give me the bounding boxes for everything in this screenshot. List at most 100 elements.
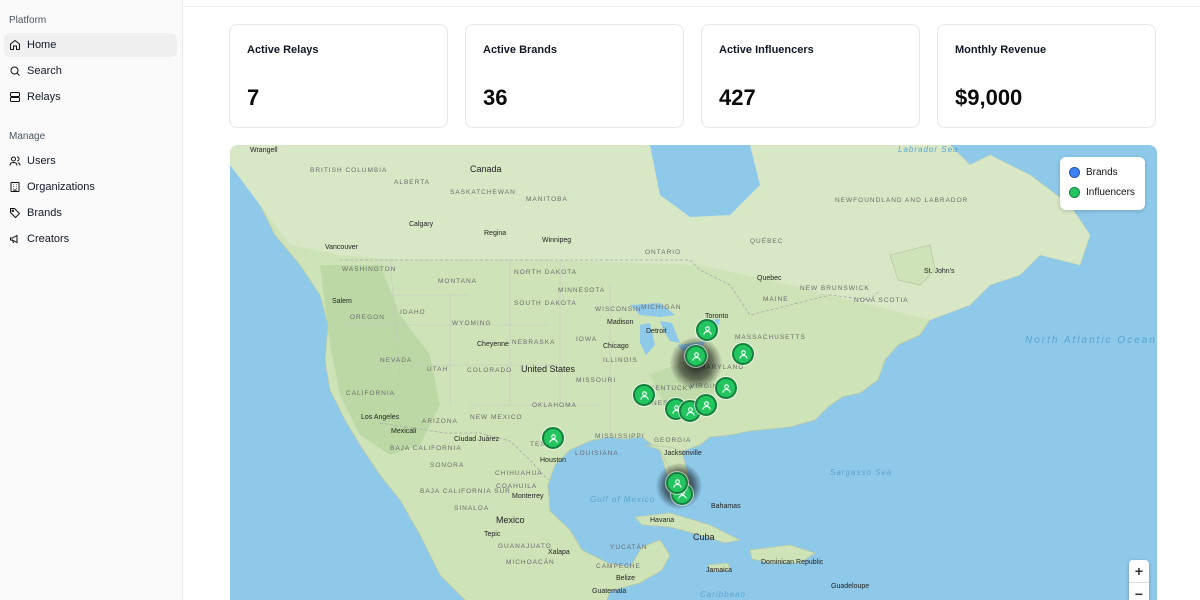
map-label-region: IDAHO (400, 309, 426, 316)
nav-item-users[interactable]: Users (4, 149, 177, 173)
tag-icon (9, 207, 21, 219)
map-label-city: Quebec (757, 275, 782, 282)
stat-value: 36 (483, 85, 508, 110)
person-icon (702, 325, 712, 335)
map-label-region: WASHINGTON (342, 266, 397, 273)
map-label-city: Chicago (603, 343, 629, 350)
map-label-city: Guadeloupe (831, 583, 870, 590)
map-label-city: St. John's (924, 268, 955, 275)
map-label-city: Bahamas (711, 503, 741, 510)
map-label-city: Havana (650, 517, 675, 524)
app: Platform Home Search Relays Manage Users (0, 0, 1200, 600)
map-label-city: Guatemala (592, 588, 627, 595)
map-label-city: Regina (484, 230, 507, 237)
map-legend: Brands Influencers (1060, 157, 1145, 210)
zoom-out-button[interactable]: − (1129, 582, 1149, 600)
person-icon (672, 478, 682, 488)
nav-item-creators[interactable]: Creators (4, 227, 177, 251)
nav-item-home[interactable]: Home (4, 33, 177, 57)
nav-item-brands[interactable]: Brands (4, 201, 177, 225)
map-label-country: Mexico (496, 515, 525, 525)
map-label-region: BAJA CALIFORNIA SUR (420, 488, 510, 495)
stat-label: Active Influencers (719, 44, 814, 56)
influencer-marker[interactable] (633, 384, 655, 406)
map-label-country: United States (521, 364, 576, 374)
nav-label-brands: Brands (27, 207, 62, 219)
zoom-in-button[interactable]: + (1129, 560, 1149, 582)
legend-item-influencers: Influencers (1069, 187, 1135, 198)
building-icon (9, 181, 21, 193)
map-label-region: GEORGIA (654, 437, 692, 444)
map-label-region: BRITISH COLUMBIA (310, 167, 388, 174)
home-icon (9, 39, 21, 51)
map-label-region: NOVA SCOTIA (854, 297, 909, 304)
map-label-city: Los Angeles (361, 414, 400, 421)
map-label-region: SASKATCHEWAN (450, 189, 516, 196)
nav-label-organizations: Organizations (27, 181, 95, 193)
legend-swatch (1069, 187, 1080, 198)
map-label-city: Mexicali (391, 428, 417, 435)
influencer-marker[interactable] (695, 394, 717, 416)
map-label-region: COAHUILA (496, 483, 538, 490)
map-label-city: Wrangell (250, 147, 278, 154)
map-view[interactable]: Wrangell Canada BRITISH COLUMBIA ALBERTA… (230, 145, 1157, 600)
map-label-city: Jacksonville (664, 450, 702, 457)
map-label-sea: Labrador Sea (898, 145, 959, 154)
map-label-sea: Caribbean (700, 590, 746, 599)
nav-item-relays[interactable]: Relays (4, 85, 177, 109)
map-label-region: YUCATÁN (610, 544, 648, 551)
manage-section-title: Manage (9, 131, 46, 142)
nav-item-search[interactable]: Search (4, 59, 177, 83)
map-label-region: SOUTH DAKOTA (514, 300, 577, 307)
influencer-marker[interactable] (715, 377, 737, 399)
map-label-region: NEVADA (380, 357, 413, 364)
users-icon (9, 155, 21, 167)
person-icon (685, 406, 695, 416)
nav-label-home: Home (27, 39, 57, 51)
map-label-region: OREGON (350, 314, 385, 321)
map-label-sea: Sargasso Sea (830, 468, 893, 477)
map-label-region: NEW MEXICO (470, 414, 523, 421)
map-label-region: IOWA (576, 336, 598, 343)
stat-label: Active Relays (247, 44, 319, 56)
nav-label-creators: Creators (27, 233, 70, 245)
map-label-region: CALIFORNIA (346, 390, 396, 397)
map-label-region: MISSISSIPPI (595, 433, 645, 440)
map-label-city: Winnipeg (542, 237, 572, 244)
legend-label: Influencers (1086, 187, 1135, 198)
legend-swatch (1069, 167, 1080, 178)
stat-value: $9,000 (955, 85, 1023, 110)
map-label-city: Detroit (646, 328, 667, 335)
map-label-region: NORTH DAKOTA (514, 269, 578, 276)
map-label-country: Canada (470, 164, 502, 174)
influencer-marker[interactable] (666, 472, 688, 494)
map-label-region: ARIZONA (422, 418, 458, 425)
stat-card-active-influencers: Active Influencers 427 (701, 24, 920, 128)
map-label-region: COLORADO (467, 367, 513, 374)
map-label-city: Vancouver (325, 244, 358, 251)
stat-card-active-brands: Active Brands 36 (465, 24, 684, 128)
map-label-region: NEW BRUNSWICK (800, 285, 870, 292)
map-label-region: NEBRASKA (512, 339, 556, 346)
map-label-region: WYOMING (452, 320, 492, 327)
influencer-marker[interactable] (732, 343, 754, 365)
map-label-region: NEWFOUNDLAND AND LABRADOR (835, 197, 969, 204)
map-label-region: LOUISIANA (575, 450, 619, 457)
map-label-city: Jamaica (706, 567, 733, 574)
influencer-marker[interactable] (696, 319, 718, 341)
influencer-marker[interactable] (542, 427, 564, 449)
stat-label: Active Brands (483, 44, 557, 56)
map-label-city: Dominican Republic (761, 559, 824, 566)
map-label-region: ALBERTA (394, 179, 431, 186)
zoom-control: + − (1129, 560, 1149, 600)
map-label-region: CHIHUAHUA (495, 470, 543, 477)
map-label-ocean: North Atlantic Ocean (1025, 335, 1157, 346)
legend-item-brands: Brands (1069, 167, 1118, 178)
map-label-city: Calgary (409, 221, 434, 228)
nav-item-organizations[interactable]: Organizations (4, 175, 177, 199)
stat-card-active-relays: Active Relays 7 (229, 24, 448, 128)
map-label-region: ILLINOIS (603, 357, 638, 364)
map-label-region: QUÉBEC (750, 238, 784, 245)
influencer-marker[interactable] (685, 345, 707, 367)
map-label-city: Xalapa (548, 549, 570, 556)
